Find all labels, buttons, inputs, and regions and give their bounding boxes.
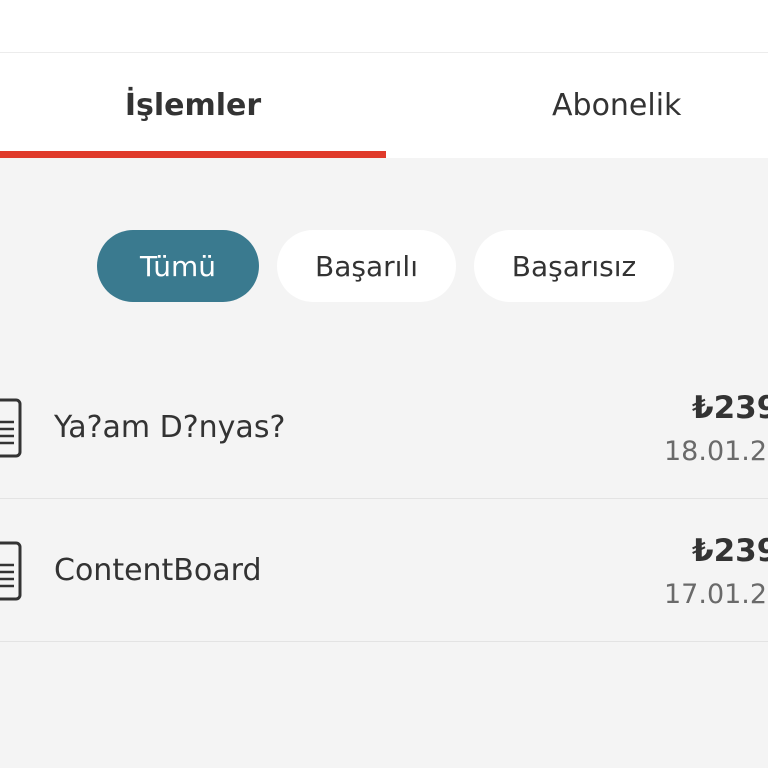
document-icon: [0, 541, 22, 601]
transaction-date: 18.01.20: [664, 436, 768, 467]
transaction-list: Ya?am D?nyas? ₺239 18.01.20 ContentBoard…: [0, 356, 768, 642]
active-tab-indicator: [0, 151, 386, 158]
transaction-amount: ₺239: [692, 533, 768, 569]
document-icon: [0, 398, 22, 458]
transaction-amount: ₺239: [692, 390, 768, 426]
page: İşlemler Abonelik Tümü Başarılı Başarısı…: [0, 0, 768, 768]
tab-islemler[interactable]: İşlemler: [0, 53, 386, 158]
tab-abonelik[interactable]: Abonelik: [386, 53, 768, 158]
tab-bar: İşlemler Abonelik: [0, 53, 768, 158]
filter-all-chip[interactable]: Tümü: [97, 230, 259, 302]
filter-chips: Tümü Başarılı Başarısız: [0, 230, 768, 302]
transaction-row[interactable]: ContentBoard ₺239 17.01.20: [0, 499, 768, 642]
filter-success-chip[interactable]: Başarılı: [277, 230, 456, 302]
transaction-title: Ya?am D?nyas?: [54, 410, 286, 445]
transaction-date: 17.01.20: [664, 579, 768, 610]
transaction-row[interactable]: Ya?am D?nyas? ₺239 18.01.20: [0, 356, 768, 499]
filter-fail-chip[interactable]: Başarısız: [474, 230, 674, 302]
header-bar: [0, 0, 768, 53]
transaction-title: ContentBoard: [54, 553, 262, 588]
